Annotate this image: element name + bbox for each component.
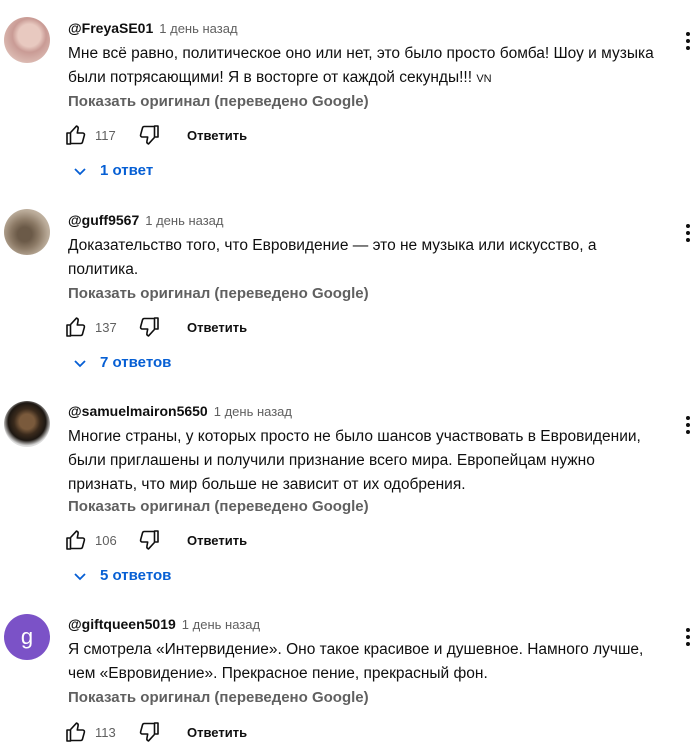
comment-menu-button[interactable] — [684, 222, 692, 249]
replies-count: 7 ответов — [100, 354, 172, 371]
like-button[interactable]: 113 — [64, 720, 137, 744]
avatar[interactable] — [4, 401, 50, 447]
dislike-button[interactable] — [137, 528, 161, 552]
comment-line: Доказательство того, что Евровидение — э… — [68, 237, 597, 254]
dislike-button[interactable] — [137, 315, 161, 339]
more-vert-icon — [686, 628, 690, 646]
comment-header: @FreyaSE01 1 день назад — [68, 20, 238, 36]
thumb-down-icon — [139, 317, 159, 337]
comment-text: Многие страны, у которых просто не было … — [68, 425, 668, 497]
like-count: 106 — [95, 532, 117, 548]
reply-button[interactable]: Ответить — [187, 320, 247, 335]
thumb-down-icon — [139, 722, 159, 742]
view-replies-button[interactable]: 5 ответов — [72, 567, 171, 584]
comment-line: чем «Евровидение». Прекрасное пение, пре… — [68, 665, 488, 682]
more-vert-icon — [686, 32, 690, 50]
comment-time[interactable]: 1 день назад — [182, 617, 260, 632]
view-replies-button[interactable]: 7 ответов — [72, 354, 171, 371]
reply-button[interactable]: Ответить — [187, 725, 247, 740]
dislike-button[interactable] — [137, 720, 161, 744]
avatar-letter: g — [20, 624, 34, 649]
comment-line: признать, что мир больше не зависит от и… — [68, 476, 466, 493]
comment-text: Доказательство того, что Евровидение — э… — [68, 234, 668, 282]
reply-button[interactable]: Ответить — [187, 533, 247, 548]
comment-author[interactable]: @samuelmairon5650 — [68, 403, 208, 419]
thumb-down-icon — [139, 530, 159, 550]
comment-time[interactable]: 1 день назад — [214, 404, 292, 419]
like-count: 117 — [95, 127, 116, 143]
chevron-down-icon — [74, 359, 86, 367]
comment-actions: 137 Ответить — [64, 315, 247, 339]
like-button[interactable]: 106 — [64, 528, 137, 552]
comment-actions: 106 Ответить — [64, 528, 247, 552]
avatar[interactable] — [4, 209, 50, 255]
thumb-up-icon — [66, 530, 86, 550]
thumb-up-icon — [66, 722, 86, 742]
comment-header: @samuelmairon5650 1 день назад — [68, 403, 292, 419]
comment-actions: 113 Ответить — [64, 720, 247, 744]
comment-text: Мне всё равно, политическое оно или нет,… — [68, 42, 668, 91]
comment-line: были приглашены и получили признание все… — [68, 452, 595, 469]
thumb-down-icon — [139, 125, 159, 145]
comment-author[interactable]: @giftqueen5019 — [68, 616, 176, 632]
comment-author[interactable]: @FreyaSE01 — [68, 20, 153, 36]
comment-line: Мне всё равно, политическое оно или нет,… — [68, 45, 654, 62]
comment-actions: 117 Ответить — [64, 123, 247, 147]
replies-count: 5 ответов — [100, 567, 172, 584]
chevron-down-icon — [74, 572, 86, 580]
thumb-up-icon — [66, 125, 86, 145]
view-replies-button[interactable]: 1 ответ — [72, 162, 153, 179]
comment-line: политика. — [68, 261, 139, 278]
more-vert-icon — [686, 224, 690, 242]
comment-line: Я смотрела «Интервидение». Оно такое кра… — [68, 641, 644, 658]
comment-header: @giftqueen5019 1 день назад — [68, 616, 260, 632]
like-count: 113 — [95, 724, 116, 740]
show-original-link[interactable]: Показать оригинал (переведено Google) — [68, 498, 369, 515]
show-original-link[interactable]: Показать оригинал (переведено Google) — [68, 689, 369, 706]
show-original-link[interactable]: Показать оригинал (переведено Google) — [68, 285, 369, 302]
show-original-link[interactable]: Показать оригинал (переведено Google) — [68, 93, 369, 110]
like-button[interactable]: 117 — [64, 123, 137, 147]
comment-menu-button[interactable] — [684, 414, 692, 441]
like-button[interactable]: 137 — [64, 315, 137, 339]
comment-text: Я смотрела «Интервидение». Оно такое кра… — [68, 638, 668, 686]
replies-count: 1 ответ — [100, 162, 154, 179]
more-vert-icon — [686, 416, 690, 434]
comment-suffix: VN — [476, 73, 492, 85]
like-count: 137 — [95, 319, 117, 335]
thumb-up-icon — [66, 317, 86, 337]
chevron-down-icon — [74, 167, 86, 175]
reply-button[interactable]: Ответить — [187, 128, 247, 143]
comment-author[interactable]: @guff9567 — [68, 212, 139, 228]
avatar[interactable] — [4, 17, 50, 63]
comment-time[interactable]: 1 день назад — [145, 213, 223, 228]
dislike-button[interactable] — [137, 123, 161, 147]
avatar[interactable]: g — [4, 614, 50, 660]
comment-menu-button[interactable] — [684, 626, 692, 653]
comment-line-text: были потрясающими! Я в восторге от каждо… — [68, 69, 473, 86]
comment-line: были потрясающими! Я в восторге от каждо… — [68, 66, 668, 91]
comment-header: @guff9567 1 день назад — [68, 212, 224, 228]
comment-menu-button[interactable] — [684, 30, 692, 57]
comment-line: Многие страны, у которых просто не было … — [68, 428, 641, 445]
comment-time[interactable]: 1 день назад — [159, 21, 237, 36]
